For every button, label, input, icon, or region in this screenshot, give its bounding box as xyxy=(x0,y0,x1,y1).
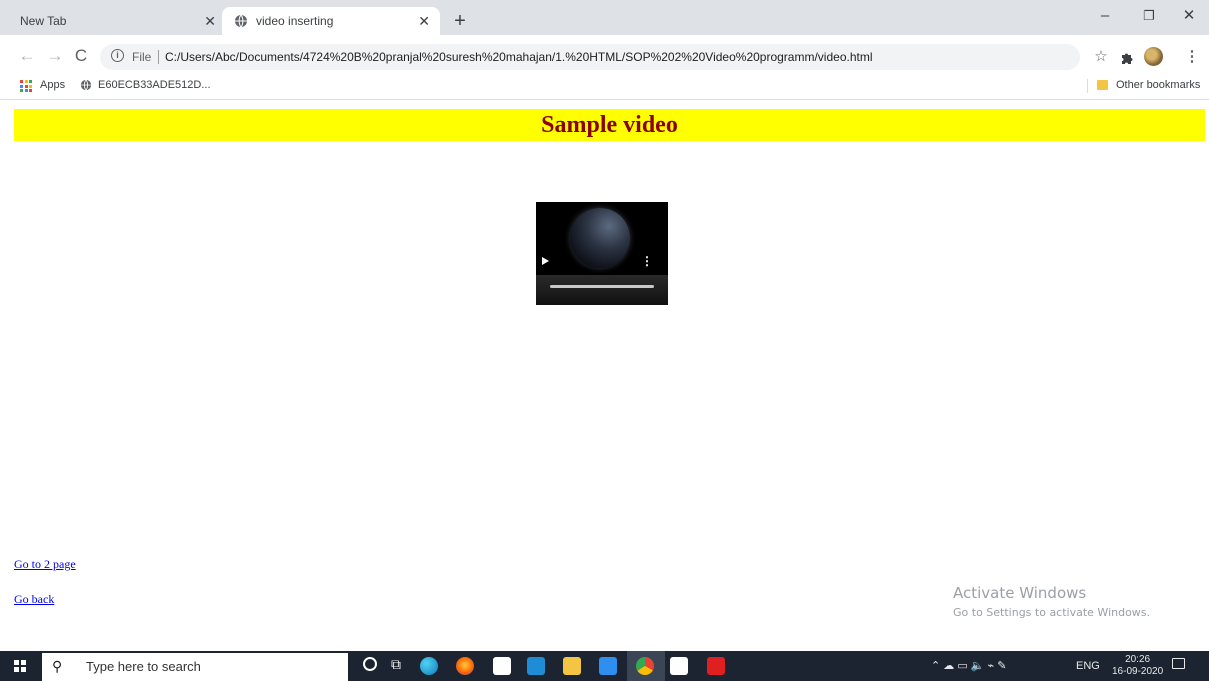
language-indicator[interactable]: ENG xyxy=(1076,652,1100,680)
tab-label: video inserting xyxy=(256,14,334,28)
profile-avatar[interactable] xyxy=(1144,47,1163,66)
tab-video-inserting[interactable]: video inserting ✕ xyxy=(222,7,440,35)
activate-windows-subtitle: Go to Settings to activate Windows. xyxy=(953,606,1151,619)
back-arrow-icon[interactable]: ← xyxy=(16,43,38,69)
go-to-page-2-link[interactable]: Go to 2 page xyxy=(14,557,76,572)
new-tab-button[interactable]: + xyxy=(448,8,472,34)
star-icon[interactable]: ☆ xyxy=(1091,46,1111,68)
acrobat-reader-icon[interactable] xyxy=(707,657,725,675)
apps-shortcut[interactable]: Apps xyxy=(40,77,65,93)
video-player[interactable]: ⋮ xyxy=(536,202,668,305)
video-controls-bar xyxy=(536,275,668,305)
address-url[interactable]: C:/Users/Abc/Documents/4724%20B%20pranja… xyxy=(165,44,873,70)
search-placeholder: Type here to search xyxy=(86,659,201,674)
firefox-icon[interactable] xyxy=(456,657,474,675)
tab-new-tab[interactable]: New Tab ✕ xyxy=(8,7,226,35)
store-icon[interactable] xyxy=(493,657,511,675)
globe-icon xyxy=(235,14,247,28)
forward-arrow-icon[interactable]: → xyxy=(44,43,66,69)
page-title: Sample video xyxy=(541,112,678,138)
system-tray-icons[interactable]: ⌃ ☁ ▭ 🔈 ⌁ ✎ xyxy=(931,652,1006,680)
tab-close-icon[interactable]: ✕ xyxy=(418,7,430,35)
kebab-menu-icon[interactable]: ⋮ xyxy=(1182,46,1202,68)
other-bookmarks[interactable]: Other bookmarks xyxy=(1116,77,1200,93)
activate-windows-title: Activate Windows xyxy=(953,584,1087,602)
clock-time: 20:26 xyxy=(1125,654,1151,665)
play-icon[interactable] xyxy=(542,257,549,265)
bookmark-item[interactable]: E60ECB33ADE512D... xyxy=(98,77,211,93)
mail-icon[interactable] xyxy=(599,657,617,675)
heading-banner: Sample video xyxy=(14,109,1205,141)
reload-icon[interactable]: C xyxy=(70,43,92,69)
more-options-icon[interactable]: ⋮ xyxy=(641,255,653,267)
go-back-link[interactable]: Go back xyxy=(14,592,54,607)
extensions-puzzle-icon[interactable] xyxy=(1120,51,1134,65)
search-icon: ⚲ xyxy=(52,658,63,674)
ms-word-icon[interactable] xyxy=(670,657,688,675)
bookmarks-divider xyxy=(1087,79,1088,93)
file-explorer-icon[interactable] xyxy=(563,657,581,675)
minimize-button[interactable]: – xyxy=(1082,4,1128,28)
chrome-icon[interactable] xyxy=(636,657,654,675)
apps-grid-icon[interactable] xyxy=(20,80,32,92)
clock-date: 16-09-2020 xyxy=(1112,666,1164,677)
notifications-icon[interactable] xyxy=(1172,658,1185,669)
clock[interactable]: 20:26 16-09-2020 xyxy=(1112,654,1163,678)
cortana-icon[interactable] xyxy=(363,657,377,671)
teams-icon[interactable] xyxy=(527,657,545,675)
close-window-button[interactable]: ✕ xyxy=(1166,4,1209,28)
tab-close-icon[interactable]: ✕ xyxy=(204,7,216,35)
info-icon[interactable]: i xyxy=(111,49,124,62)
task-view-icon[interactable]: ⧉ xyxy=(391,656,401,673)
video-thumbnail-earth xyxy=(570,208,630,268)
scheme-label: File xyxy=(132,50,152,64)
globe-icon xyxy=(80,79,92,91)
folder-icon xyxy=(1097,80,1108,90)
address-divider xyxy=(158,50,159,64)
edge-icon[interactable] xyxy=(420,657,438,675)
progress-bar[interactable] xyxy=(550,285,654,288)
windows-start-icon[interactable] xyxy=(14,660,26,672)
tab-label: New Tab xyxy=(20,14,67,28)
